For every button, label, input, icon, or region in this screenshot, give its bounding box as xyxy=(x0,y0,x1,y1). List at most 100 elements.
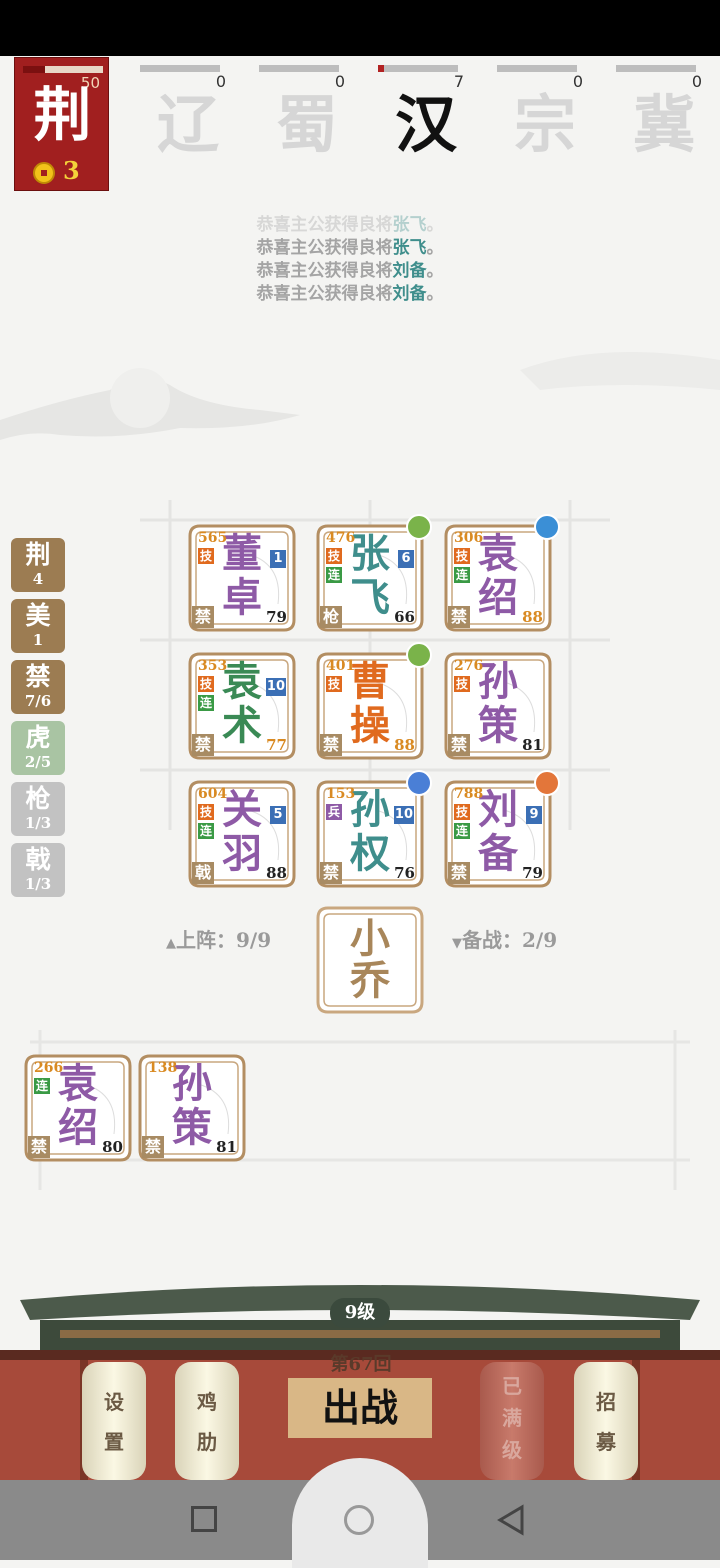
coin-icon xyxy=(33,162,55,184)
message-log: 恭喜主公获得良将张飞。 恭喜主公获得良将张飞。 恭喜主公获得良将刘备。 恭喜主公… xyxy=(200,214,500,306)
skill-tag: 技 xyxy=(198,676,214,692)
button-char: 级 xyxy=(502,1438,522,1462)
skill-tag: 连 xyxy=(326,567,342,583)
orange-badge-icon xyxy=(534,770,560,796)
skill-tag: 连 xyxy=(198,695,214,711)
hero-power: 138 xyxy=(148,1060,178,1076)
button-char: 鸡 xyxy=(197,1390,217,1414)
board-hero-card[interactable]: 关羽 604 技连 5 戟 88 xyxy=(188,780,296,888)
blue-badge-icon xyxy=(534,514,560,540)
deploy-count: ▲上阵：9/9 xyxy=(166,928,272,952)
trait-badge[interactable]: 荆4 xyxy=(11,538,65,592)
faction-liao[interactable]: 0 辽 xyxy=(140,60,236,190)
message-line: 恭喜主公获得良将刘备。 xyxy=(256,284,444,304)
skill-tag: 连 xyxy=(34,1078,50,1094)
board-hero-card[interactable]: 孙策 276 技禁 81 xyxy=(444,652,552,760)
trait-name: 虎 xyxy=(25,723,51,752)
chicken-rib-button[interactable]: 鸡肋 xyxy=(175,1362,239,1480)
button-char: 置 xyxy=(104,1430,124,1454)
trait-badge[interactable]: 枪 1/3 xyxy=(11,782,65,836)
hero-power: 266 xyxy=(34,1060,64,1076)
skill-tag: 技 xyxy=(454,548,470,564)
hero-class: 禁 xyxy=(192,734,214,756)
hero-class: 禁 xyxy=(28,1136,50,1158)
hero-power: 353 xyxy=(198,658,228,674)
hero-class: 戟 xyxy=(192,862,214,884)
trait-badge[interactable]: 禁 7/6 xyxy=(11,660,65,714)
hero-power: 604 xyxy=(198,786,228,802)
faction-ji[interactable]: 0 冀 xyxy=(616,60,712,190)
settings-button[interactable]: 设置 xyxy=(82,1362,146,1480)
status-bar xyxy=(0,0,720,56)
faction-name: 汉 xyxy=(394,88,457,161)
board-hero-card[interactable]: 张飞 476 技连 6 枪 66 xyxy=(316,514,432,632)
trait-count: 2/5 xyxy=(24,753,52,771)
hero-class: 禁 xyxy=(142,1136,164,1158)
board-hero-card[interactable]: 董卓 565 技 1 禁 79 xyxy=(188,524,296,632)
board-hero-card[interactable]: 曹操 401 技禁 88 xyxy=(316,642,432,760)
button-char: 招 xyxy=(596,1390,616,1414)
button-char: 募 xyxy=(596,1430,616,1454)
star-count: 6 xyxy=(398,550,414,568)
trait-badge[interactable]: 美1 xyxy=(11,599,65,653)
maxed-button[interactable]: 已满级 xyxy=(480,1362,544,1480)
hero-level: 88 xyxy=(266,864,287,882)
faction-shu[interactable]: 0 蜀 xyxy=(259,60,355,190)
selected-hero-card[interactable]: 小乔 xyxy=(316,906,424,1014)
trait-name: 禁 xyxy=(25,662,51,691)
board-hero-card[interactable]: 袁术 353 技连 10 禁 77 xyxy=(188,652,296,760)
board-hero-card[interactable]: 孙权 153 兵 10 禁 76 xyxy=(316,770,432,888)
hero-power: 401 xyxy=(326,658,356,674)
board-hero-card[interactable]: 袁绍 306 技连禁 88 xyxy=(444,514,560,632)
faction-name: 宗 xyxy=(513,88,576,161)
trait-name: 美 xyxy=(25,601,51,630)
trait-name: 戟 xyxy=(25,845,51,874)
hero-class: 禁 xyxy=(448,606,470,628)
hero-class: 禁 xyxy=(192,606,214,628)
horn-badge-icon xyxy=(406,770,432,796)
message-line: 恭喜主公获得良将刘备。 xyxy=(256,261,444,281)
skill-tag: 技 xyxy=(454,676,470,692)
my-faction-card[interactable]: 50 荆 3 xyxy=(14,57,109,191)
button-char: 已 xyxy=(502,1374,522,1398)
skill-tag: 技 xyxy=(326,548,342,564)
button-char: 肋 xyxy=(197,1430,217,1454)
ink-mountain-background xyxy=(0,352,720,440)
trait-name: 枪 xyxy=(25,784,51,813)
skill-tag: 连 xyxy=(198,823,214,839)
faction-han[interactable]: 7 汉 xyxy=(378,60,474,190)
hero-level: 88 xyxy=(394,736,415,754)
hero-level: 80 xyxy=(102,1138,123,1156)
back-icon[interactable] xyxy=(496,1504,526,1536)
hero-level: 79 xyxy=(266,608,287,626)
bench-hero-card[interactable]: 孙策 138 禁 81 xyxy=(138,1054,246,1162)
skill-tag: 技 xyxy=(326,676,342,692)
skill-tag: 技 xyxy=(198,804,214,820)
sword-badge-icon xyxy=(406,642,432,668)
home-icon[interactable] xyxy=(344,1505,374,1535)
star-count: 5 xyxy=(270,806,286,824)
trait-count: 1 xyxy=(32,631,44,649)
hero-power: 306 xyxy=(454,530,484,546)
hero-level: 76 xyxy=(394,864,415,882)
battle-button[interactable]: 出战 xyxy=(288,1378,432,1438)
board-hero-card[interactable]: 刘备 788 技连 9 禁 79 xyxy=(444,770,560,888)
button-char: 设 xyxy=(104,1390,124,1414)
message-line: 恭喜主公获得良将张飞。 xyxy=(256,238,444,258)
recruit-button[interactable]: 招募 xyxy=(574,1362,638,1480)
trait-badge[interactable]: 虎 2/5 xyxy=(11,721,65,775)
faction-zong[interactable]: 0 宗 xyxy=(497,60,593,190)
recent-apps-icon[interactable] xyxy=(191,1506,217,1532)
trait-count: 1/3 xyxy=(24,814,52,832)
hero-level: 77 xyxy=(266,736,287,754)
trait-badge[interactable]: 戟 1/3 xyxy=(11,843,65,897)
hero-class: 禁 xyxy=(448,734,470,756)
star-count: 10 xyxy=(393,806,414,824)
faction-name: 冀 xyxy=(632,88,695,161)
skill-tag: 技 xyxy=(198,548,214,564)
trait-name: 荆 xyxy=(25,540,51,569)
faction-name: 辽 xyxy=(156,88,219,161)
selected-hero-name: 小乔 xyxy=(350,915,390,1004)
message-line: 恭喜主公获得良将张飞。 xyxy=(256,215,444,235)
bench-hero-card[interactable]: 袁绍 266 连禁 80 xyxy=(24,1054,132,1162)
